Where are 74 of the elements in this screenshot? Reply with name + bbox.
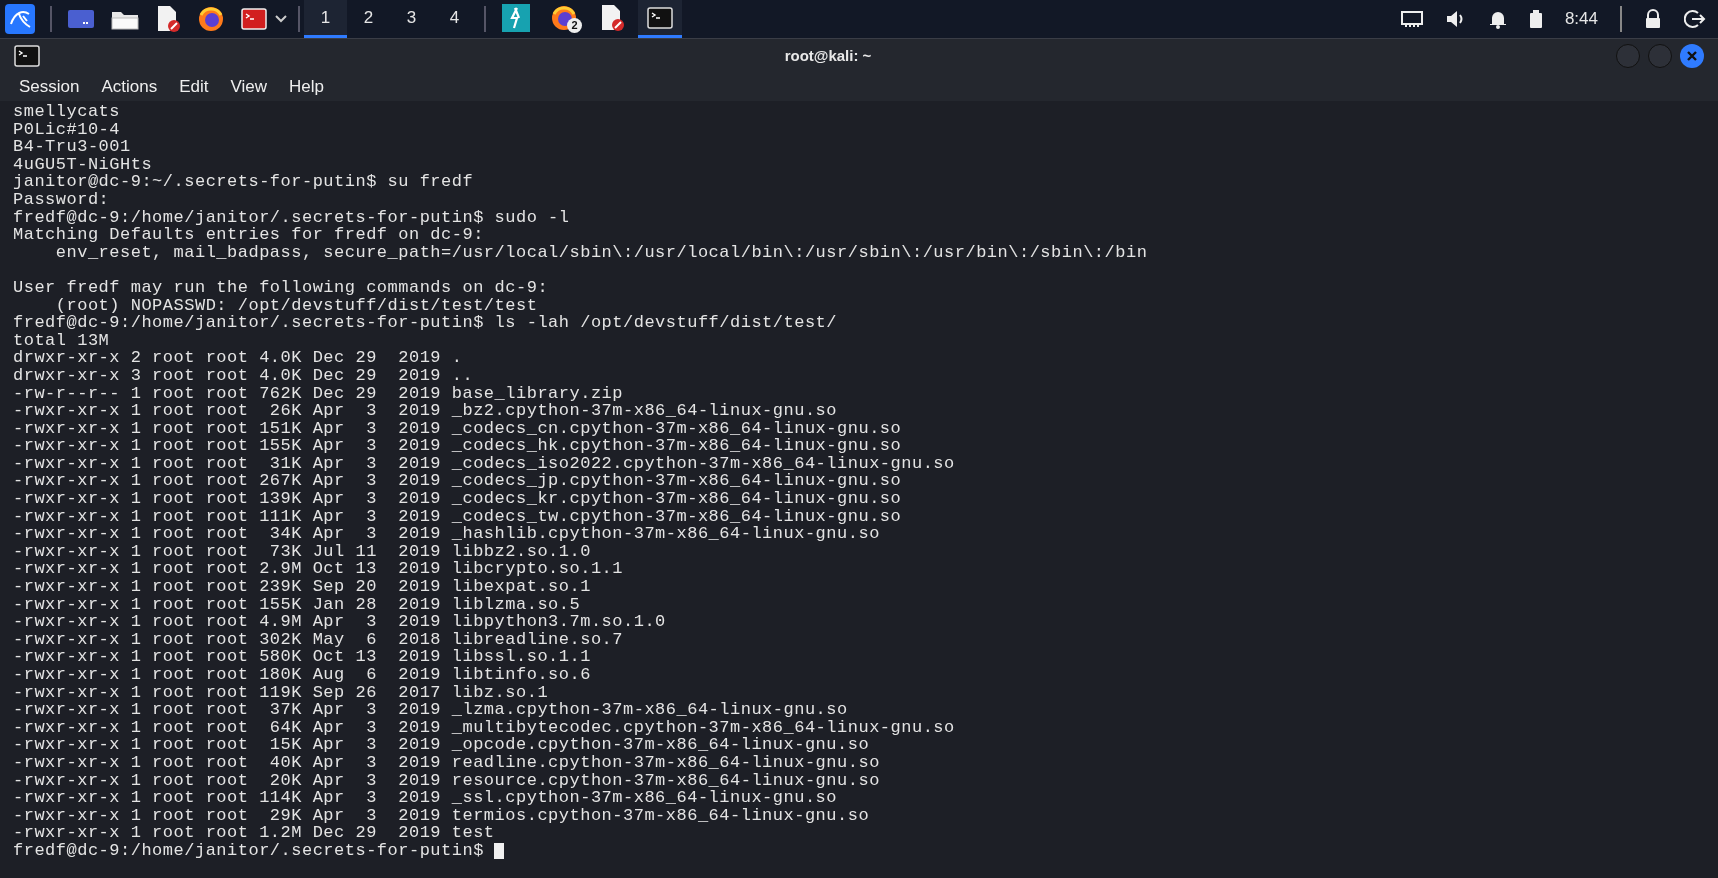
- terminal-line: env_reset, mail_badpass, secure_path=/usr/local/sbin\:/usr/local/bin\:/usr/sbin\:/usr/bin\:/sbin\:/bin: [54, 243, 1148, 262]
- terminal-line: -rwxr-xr-x 1 root root 139K Apr 3 2019 _codecs_kr.cpython-37m-x86_64-linux-gnu.so: [13, 490, 902, 508]
- fox-globe-icon: [197, 5, 225, 33]
- bell-icon[interactable]: [1488, 9, 1507, 29]
- terminal-line: -rwxr-xr-x 1 root root 180K Aug 6 2019 libtinfo.so.6: [13, 666, 591, 684]
- task-button[interactable]: [638, 0, 682, 38]
- document-icon: [155, 5, 181, 33]
- terminal-line: -rwxr-xr-x 1 root root 31K Apr 3 2019 _codecs_iso2022.cpython-37m-x86_64-linux-gnu.so: [13, 454, 955, 473]
- menu-item[interactable]: Help: [280, 74, 334, 100]
- terminal-line: -rwxr-xr-x 1 root root 4.9M Apr 3 2019 libpython3.7m.so.1.0: [13, 613, 666, 631]
- terminal-line: -rwxr-xr-x 1 root root 155K Jan 28 2019 liblzma.so.5: [13, 595, 581, 614]
- dragon-logo-icon: [5, 4, 35, 34]
- battery-icon[interactable]: [1528, 9, 1543, 29]
- terminal-line: -rwxr-xr-x 1 root root 119K Sep 26 2017 libz.so.1: [13, 683, 549, 702]
- terminal-line: -rwxr-xr-x 1 root root 151K Apr 3 2019 _codecs_cn.cpython-37m-x86_64-linux-gnu.so: [13, 419, 902, 438]
- window-title: root@kali: ~: [784, 45, 872, 66]
- terminal-line: -rwxr-xr-x 1 root root 580K Oct 13 2019 libssl.so.1.1: [13, 648, 591, 666]
- terminal-line: drwxr-xr-x 3 root root 4.0K Dec 29 2019 ..: [13, 366, 474, 385]
- terminal-line: janitor@dc-9:~/.secrets-for-putin$ su fredf: [13, 173, 474, 191]
- monitor-icon[interactable]: [1400, 11, 1423, 27]
- close-icon: [1686, 50, 1698, 62]
- terminal-line: -rwxr-xr-x 1 root root 15K Apr 3 2019 _opcode.cpython-37m-x86_64-linux-gnu.so: [13, 736, 870, 754]
- workspace-tab[interactable]: 1: [304, 0, 347, 38]
- terminal-line: fredf@dc-9:/home/janitor/.secrets-for-putin$ ls -lah /opt/devstuff/dist/test/: [13, 314, 838, 332]
- terminal-line: -rwxr-xr-x 1 root root 155K Apr 3 2019 _codecs_hk.cpython-37m-x86_64-linux-gnu.so: [13, 437, 902, 455]
- terminal-line: -rwxr-xr-x 1 root root 73K Jul 11 2019 libbz2.so.1.0: [13, 542, 591, 561]
- terminal-line: fredf@dc-9:/home/janitor/.secrets-for-putin$ sudo -l: [13, 208, 570, 227]
- workspace-tab[interactable]: 4: [433, 0, 476, 38]
- terminal-icon: [14, 45, 40, 67]
- terminal-line: -rw-r--r-- 1 root root 762K Dec 29 2019 base_library.zip: [13, 384, 623, 403]
- menu-item[interactable]: Actions: [92, 74, 167, 100]
- terminal-line: (root) NOPASSWD: /opt/devstuff/dist/test/test: [54, 296, 538, 315]
- lock-icon[interactable]: [1644, 9, 1662, 29]
- terminal-line: total 13M: [13, 331, 110, 350]
- terminal-line: -rwxr-xr-x 1 root root 111K Apr 3 2019 _codecs_tw.cpython-37m-x86_64-linux-gnu.so: [13, 507, 902, 526]
- terminal-line: smellycats: [13, 103, 121, 121]
- document-icon: [599, 3, 625, 32]
- launcher-button[interactable]: [4, 2, 36, 36]
- terminal-line: -rwxr-xr-x 1 root root 239K Sep 20 2019 libexpat.so.1: [13, 578, 591, 596]
- terminal-line: -rwxr-xr-x 1 root root 302K May 6 2018 libreadline.so.7: [13, 630, 623, 649]
- shell-prompt: fredf@dc-9:/home/janitor/.secrets-for-putin$: [13, 841, 484, 860]
- terminal-line: -rwxr-xr-x 1 root root 20K Apr 3 2019 resource.cpython-37m-x86_64-linux-gnu.so: [13, 771, 880, 790]
- terminal-line: P0Lic#10-4: [13, 120, 121, 139]
- terminal-line: -rwxr-xr-x 1 root root 26K Apr 3 2019 _bz2.cpython-37m-x86_64-linux-gnu.so: [13, 402, 838, 420]
- logout-icon[interactable]: [1684, 9, 1706, 29]
- terminal-icon: [647, 6, 673, 29]
- terminal-line: 4uGU5T-NiGHts: [13, 155, 153, 174]
- terminal-line: -rwxr-xr-x 1 root root 267K Apr 3 2019 _codecs_jp.cpython-37m-x86_64-linux-gnu.so: [13, 472, 902, 491]
- terminal-line: User fredf may run the following commands on dc-9:: [13, 278, 549, 297]
- workspace-tab[interactable]: 3: [390, 0, 433, 38]
- terminal-line: -rwxr-xr-x 1 root root 29K Apr 3 2019 termios.cpython-37m-x86_64-linux-gnu.so: [13, 806, 870, 825]
- terminal-line: -rwxr-xr-x 1 root root 1.2M Dec 29 2019 test: [13, 824, 495, 842]
- screen-icon: [67, 8, 95, 30]
- count-badge: 2: [567, 18, 582, 33]
- terminal-line: -rwxr-xr-x 1 root root 114K Apr 3 2019 _ssl.cpython-37m-x86_64-linux-gnu.so: [13, 789, 838, 807]
- terminal-line: -rwxr-xr-x 1 root root 64K Apr 3 2019 _multibytecodec.cpython-37m-x86_64-linux-gnu.so: [13, 718, 955, 737]
- workspace-tab[interactable]: 2: [347, 0, 390, 38]
- terminal-line: -rwxr-xr-x 1 root root 40K Apr 3 2019 readline.cpython-37m-x86_64-linux-gnu.so: [13, 753, 880, 772]
- terminal-line: Password:: [13, 190, 110, 209]
- task-button[interactable]: 2: [542, 0, 586, 38]
- terminal-icon: [241, 8, 267, 30]
- menu-item[interactable]: Edit: [170, 74, 218, 100]
- menu-item[interactable]: Session: [10, 74, 89, 100]
- terminal-line: Matching Defaults entries for fredf on dc-9:: [13, 226, 484, 244]
- chevron-down-icon[interactable]: [274, 14, 288, 24]
- terminal-line: -rwxr-xr-x 1 root root 37K Apr 3 2019 _lzma.cpython-37m-x86_64-linux-gnu.so: [13, 701, 848, 719]
- terminal-line: -rwxr-xr-x 1 root root 2.9M Oct 13 2019 libcrypto.so.1.1: [13, 560, 623, 579]
- clock[interactable]: 8:44: [1564, 6, 1598, 32]
- lightning-icon: [502, 3, 530, 32]
- terminal-line: B4-Tru3-001: [13, 138, 131, 156]
- close-button[interactable]: [1680, 44, 1704, 68]
- terminal-line: drwxr-xr-x 2 root root 4.0K Dec 29 2019 .: [13, 349, 463, 367]
- terminal-line: -rwxr-xr-x 1 root root 34K Apr 3 2019 _hashlib.cpython-37m-x86_64-linux-gnu.so: [13, 525, 880, 543]
- menu-item[interactable]: View: [221, 74, 277, 100]
